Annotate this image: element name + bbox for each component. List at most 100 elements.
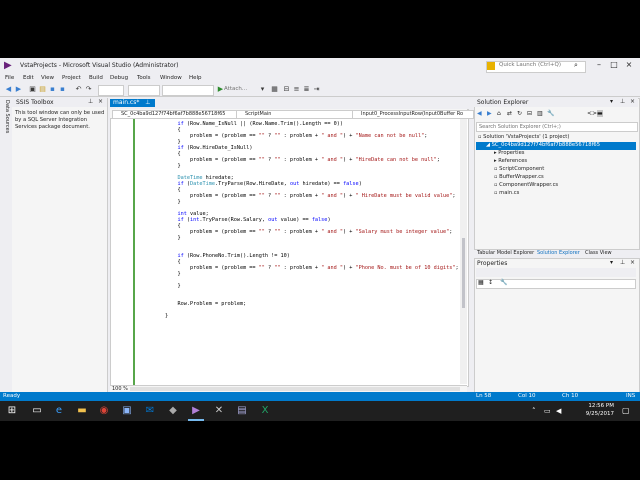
save-icon[interactable]: ▪ bbox=[48, 85, 57, 94]
code-line[interactable]: problem = (problem == "" ? "" : problem … bbox=[140, 133, 427, 139]
horizontal-scrollbar[interactable] bbox=[130, 387, 460, 391]
menu-tools[interactable]: Tools bbox=[137, 75, 151, 81]
se-dropdown-icon[interactable]: ▾ bbox=[610, 98, 613, 105]
action-center-icon[interactable]: ▢ bbox=[622, 406, 630, 415]
solution-explorer-search-input[interactable]: Search Solution Explorer (Ctrl+;) bbox=[476, 122, 638, 132]
props-pin-icon[interactable]: ⊥ bbox=[620, 259, 625, 266]
menu-window[interactable]: Window bbox=[160, 75, 182, 81]
code-line[interactable]: } bbox=[140, 199, 180, 205]
code-line[interactable]: } bbox=[140, 271, 180, 277]
tree-item[interactable]: ▸ References bbox=[494, 158, 527, 165]
platform-combo[interactable] bbox=[128, 85, 160, 96]
app-icon[interactable]: ▣ bbox=[120, 404, 134, 418]
refresh-icon[interactable]: ↻ bbox=[517, 110, 522, 117]
code-line[interactable]: } bbox=[140, 313, 168, 319]
notification-chevron-icon[interactable]: ˄ bbox=[532, 407, 536, 415]
code-line[interactable]: Row.Problem = problem; bbox=[140, 301, 246, 307]
save-all-icon[interactable]: ▪ bbox=[58, 85, 67, 94]
menu-edit[interactable]: Edit bbox=[23, 75, 34, 81]
code-line[interactable]: problem = (problem == "" ? "" : problem … bbox=[140, 157, 440, 163]
notification-flag-icon[interactable] bbox=[487, 62, 495, 70]
menu-help[interactable]: Help bbox=[189, 75, 202, 81]
undo-icon[interactable]: ↶ bbox=[74, 85, 83, 94]
code-line[interactable]: problem = (problem == "" ? "" : problem … bbox=[140, 229, 452, 235]
method-dropdown[interactable]: Input0_ProcessInputRow(Input0Buffer Ro bbox=[352, 110, 474, 119]
search-icon[interactable]: ⌕ bbox=[574, 61, 578, 70]
props-close-icon[interactable]: × bbox=[630, 259, 635, 266]
tree-item[interactable]: ▫ main.cs bbox=[494, 190, 519, 197]
class-dropdown[interactable]: SC_0c4ba9d127f74bf6af7b888e56718f65 bbox=[112, 110, 242, 119]
configuration-combo[interactable] bbox=[98, 85, 124, 96]
tools-app-icon[interactable]: ✕ bbox=[212, 404, 226, 418]
tab-tabular-model-explorer[interactable]: Tabular Model Explorer bbox=[477, 250, 534, 256]
tree-item[interactable]: ▸ Properties bbox=[494, 150, 524, 157]
maximize-icon[interactable]: □ bbox=[607, 60, 621, 69]
se-pin-icon[interactable]: ⊥ bbox=[620, 98, 625, 105]
visual-studio-task-icon[interactable]: ▶ bbox=[189, 404, 203, 418]
sync-icon[interactable]: ⇄ bbox=[507, 110, 512, 117]
excel-icon[interactable]: X bbox=[258, 404, 272, 418]
view-code-icon[interactable]: <> bbox=[587, 110, 597, 117]
forward-icon[interactable]: ▶ bbox=[14, 85, 23, 94]
volume-icon[interactable]: ◀ bbox=[556, 407, 561, 415]
show-all-files-icon[interactable]: ▥ bbox=[537, 110, 543, 117]
tab-class-view[interactable]: Class View bbox=[585, 250, 612, 256]
menu-build[interactable]: Build bbox=[89, 75, 103, 81]
tab-pin-icon[interactable]: ⊥ bbox=[145, 99, 150, 106]
windows-start-icon[interactable]: ⊞ bbox=[5, 404, 19, 418]
home-icon[interactable]: ⌂ bbox=[497, 110, 501, 117]
app-icon-3[interactable]: ▤ bbox=[235, 404, 249, 418]
menu-file[interactable]: File bbox=[5, 75, 14, 81]
tree-item[interactable]: ▫ BufferWrapper.cs bbox=[494, 174, 544, 181]
code-line[interactable]: problem = (problem == "" ? "" : problem … bbox=[140, 193, 456, 199]
code-text[interactable]: if (Row.Name_IsNull || (Row.Name.Trim().… bbox=[140, 119, 460, 384]
task-view-icon[interactable]: ▭ bbox=[30, 404, 44, 418]
data-sources-tab[interactable]: Data Sources bbox=[2, 100, 10, 150]
tree-item[interactable]: ▫ Solution 'VstaProjects' (1 project) bbox=[478, 134, 569, 141]
collapse-all-icon[interactable]: ⊟ bbox=[527, 110, 532, 117]
alphabetical-icon[interactable]: ↕ bbox=[488, 279, 493, 286]
file-explorer-icon[interactable]: ▬ bbox=[75, 404, 89, 418]
code-line[interactable]: } bbox=[140, 283, 180, 289]
categorized-icon[interactable]: ▦ bbox=[478, 279, 484, 286]
new-project-icon[interactable]: ▣ bbox=[28, 85, 37, 94]
se-close-icon[interactable]: × bbox=[630, 98, 635, 105]
dropdown-arrow-icon[interactable]: ▾ bbox=[258, 85, 267, 94]
open-folder-icon[interactable]: ▤ bbox=[38, 85, 47, 94]
chrome-icon[interactable]: ◉ bbox=[97, 404, 111, 418]
app-icon-2[interactable]: ◆ bbox=[166, 404, 180, 418]
indent-icon[interactable]: ⇥ bbox=[312, 85, 321, 94]
code-line[interactable]: problem = (problem == "" ? "" : problem … bbox=[140, 265, 459, 271]
network-icon[interactable]: ▭ bbox=[544, 407, 551, 415]
code-line[interactable]: } bbox=[140, 235, 180, 241]
menu-project[interactable]: Project bbox=[62, 75, 81, 81]
toolbar-extra-icon[interactable]: ▦ bbox=[270, 85, 279, 94]
edge-browser-icon[interactable]: e bbox=[52, 404, 66, 418]
properties-object-combo[interactable] bbox=[476, 268, 636, 277]
clock-date[interactable]: 9/25/2017 bbox=[574, 411, 614, 417]
back-icon[interactable]: ◀ bbox=[4, 85, 13, 94]
properties-icon[interactable]: 🔧 bbox=[547, 110, 554, 117]
comment-icon[interactable]: ≡ bbox=[292, 85, 301, 94]
tree-item[interactable]: ▫ ScriptComponent bbox=[494, 166, 544, 173]
minimize-icon[interactable]: – bbox=[592, 60, 606, 69]
tab-solution-explorer[interactable]: Solution Explorer bbox=[537, 250, 580, 256]
se-forward-icon[interactable]: ▶ bbox=[487, 110, 492, 117]
menu-view[interactable]: View bbox=[41, 75, 54, 81]
tab-main-cs[interactable]: main.cs* ⊥ × bbox=[110, 99, 155, 114]
outlook-icon[interactable]: ✉ bbox=[143, 404, 157, 418]
bookmark-icon[interactable]: ⊟ bbox=[282, 85, 291, 94]
pin-icon[interactable]: ⊥ bbox=[88, 98, 93, 105]
property-pages-icon[interactable]: 🔧 bbox=[500, 279, 507, 286]
redo-icon[interactable]: ↷ bbox=[84, 85, 93, 94]
props-dropdown-icon[interactable]: ▾ bbox=[610, 259, 613, 266]
tree-item[interactable]: ◢ SC_0c4ba9d127f74bf6af7b888e56718f65 bbox=[486, 142, 600, 149]
vertical-scroll-thumb[interactable] bbox=[462, 238, 465, 308]
member-scope-dropdown[interactable]: ScriptMain bbox=[236, 110, 358, 119]
code-line[interactable]: } bbox=[140, 163, 180, 169]
close-icon[interactable]: × bbox=[622, 60, 636, 69]
menu-debug[interactable]: Debug bbox=[110, 75, 128, 81]
tree-item[interactable]: ▫ ComponentWrapper.cs bbox=[494, 182, 558, 189]
attach-button[interactable]: Attach... bbox=[224, 86, 247, 92]
preview-selected-icon[interactable]: ▬ bbox=[597, 110, 603, 117]
